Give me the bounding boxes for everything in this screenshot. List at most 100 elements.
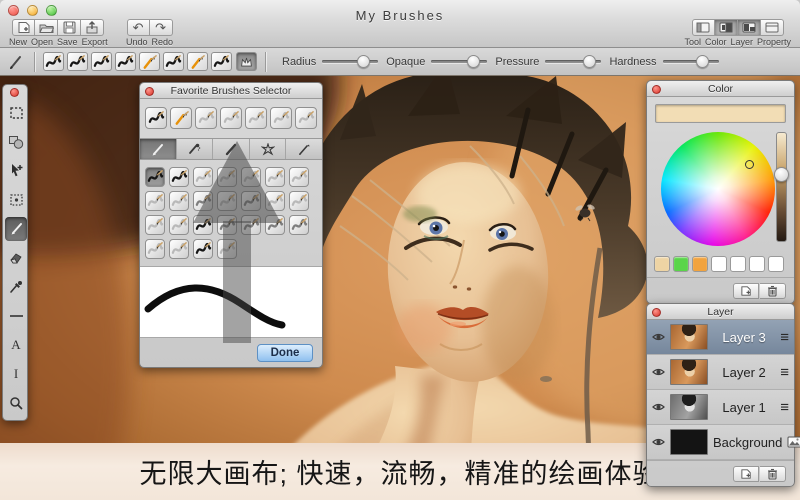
favorite-brush-2[interactable]	[170, 107, 192, 129]
close-icon[interactable]	[652, 85, 661, 94]
toolbar-open-button[interactable]	[35, 19, 59, 36]
brush-preset-8[interactable]	[211, 52, 232, 71]
slider-radius-thumb[interactable]	[357, 55, 371, 68]
grid-brush-8[interactable]	[145, 191, 165, 211]
grid-brush-3[interactable]	[193, 167, 213, 187]
grid-brush-19[interactable]	[241, 215, 261, 235]
eraser-tool[interactable]	[3, 243, 29, 272]
text-tool[interactable]: A	[3, 330, 29, 359]
grid-brush-18[interactable]	[217, 215, 237, 235]
swatch-1[interactable]	[654, 256, 670, 272]
brush-preset-5[interactable]	[139, 52, 160, 71]
grid-brush-11[interactable]	[217, 191, 237, 211]
done-button[interactable]: Done	[257, 343, 313, 362]
color-wheel-marker[interactable]	[745, 160, 754, 169]
eyedropper-tool[interactable]	[3, 272, 29, 301]
text-cursor-tool[interactable]: I	[3, 359, 29, 388]
grid-brush-13[interactable]	[265, 191, 285, 211]
grid-brush-5[interactable]	[241, 167, 261, 187]
favorite-brushes-toggle[interactable]	[236, 52, 257, 71]
brightness-slider[interactable]	[776, 132, 787, 242]
brush-preset-4[interactable]	[115, 52, 136, 71]
color-panel-titlebar[interactable]: Color	[647, 81, 794, 97]
swatch-7[interactable]	[768, 256, 784, 272]
view-toggle-color-button[interactable]	[714, 19, 738, 36]
layer-row-layer-3[interactable]: Layer 3 ≡	[647, 320, 794, 355]
brush-preset-7[interactable]	[187, 52, 208, 71]
swatch-2[interactable]	[673, 256, 689, 272]
drag-handle-icon[interactable]: ≡	[780, 365, 789, 380]
view-toggle-property-button[interactable]	[760, 19, 784, 36]
grid-brush-22[interactable]	[145, 239, 165, 259]
grid-brush-20[interactable]	[265, 215, 285, 235]
drag-handle-icon[interactable]: ≡	[780, 330, 789, 345]
layer-row-background[interactable]: Background	[647, 425, 800, 460]
favorite-brush-7[interactable]	[295, 107, 317, 129]
brush-preset-3[interactable]	[91, 52, 112, 71]
new-layer-button[interactable]	[733, 465, 759, 482]
toolbar-export-button[interactable]	[81, 19, 105, 36]
trash-button[interactable]	[760, 465, 786, 482]
favorite-brushes-titlebar[interactable]: Favorite Brushes Selector	[140, 83, 322, 99]
toolbar-undo-button[interactable]: ↶	[126, 19, 150, 36]
grid-brush-1[interactable]	[145, 167, 165, 187]
brush-preset-1[interactable]	[43, 52, 64, 71]
eye-icon[interactable]	[652, 367, 665, 377]
swatch-5[interactable]	[730, 256, 746, 272]
favorite-brush-3[interactable]	[195, 107, 217, 129]
slider-pressure-track[interactable]	[545, 55, 602, 68]
swatch-6[interactable]	[749, 256, 765, 272]
toolbar-new-button[interactable]	[12, 19, 36, 36]
brush-tab-3[interactable]	[213, 139, 250, 159]
title-bar[interactable]: My Brushes New Open Save Export ↶ ↷ Undo Redo …	[0, 0, 800, 48]
swatch-3[interactable]	[692, 256, 708, 272]
grid-brush-4[interactable]	[217, 167, 237, 187]
toolbar-redo-button[interactable]: ↷	[149, 19, 173, 36]
favorite-brush-4[interactable]	[220, 107, 242, 129]
brush-tool[interactable]	[3, 214, 29, 243]
eye-icon[interactable]	[652, 402, 665, 412]
view-toggle-tool-button[interactable]	[691, 19, 715, 36]
close-icon[interactable]	[10, 88, 19, 97]
grid-brush-23[interactable]	[169, 239, 189, 259]
grid-brush-7[interactable]	[289, 167, 309, 187]
rect-select-tool[interactable]	[3, 98, 29, 127]
layer-row-layer-1[interactable]: Layer 1 ≡	[647, 390, 794, 425]
brush-tab-1[interactable]	[140, 139, 177, 159]
toolbar-save-button[interactable]	[58, 19, 82, 36]
slider-hardness-thumb[interactable]	[696, 55, 710, 68]
brush-tab-2[interactable]	[177, 139, 214, 159]
new-swatch-button[interactable]	[733, 282, 759, 299]
swatch-4[interactable]	[711, 256, 727, 272]
tool-palette-header[interactable]	[3, 85, 27, 98]
close-icon[interactable]	[145, 87, 154, 96]
grid-brush-15[interactable]	[145, 215, 165, 235]
layer-panel-titlebar[interactable]: Layer	[647, 304, 794, 320]
brightness-slider-thumb[interactable]	[774, 167, 789, 182]
grid-brush-24[interactable]	[193, 239, 213, 259]
move-tool[interactable]	[3, 156, 29, 185]
grid-brush-9[interactable]	[169, 191, 189, 211]
grid-brush-6[interactable]	[265, 167, 285, 187]
grid-brush-14[interactable]	[289, 191, 309, 211]
brush-preset-2[interactable]	[67, 52, 88, 71]
eye-icon[interactable]	[652, 332, 665, 342]
view-toggle-layer-button[interactable]	[737, 19, 761, 36]
grid-brush-21[interactable]	[289, 215, 309, 235]
slider-pressure-thumb[interactable]	[582, 55, 596, 68]
layer-row-layer-2[interactable]: Layer 2 ≡	[647, 355, 794, 390]
grid-brush-17[interactable]	[193, 215, 213, 235]
grid-brush-2[interactable]	[169, 167, 189, 187]
drag-handle-icon[interactable]: ≡	[780, 400, 789, 415]
grid-brush-16[interactable]	[169, 215, 189, 235]
slider-opaque-thumb[interactable]	[467, 55, 481, 68]
slider-opaque-track[interactable]	[431, 55, 488, 68]
grid-brush-25[interactable]	[217, 239, 237, 259]
brush-tab-4[interactable]	[250, 139, 287, 159]
favorite-brush-5[interactable]	[245, 107, 267, 129]
trash-button[interactable]	[760, 282, 786, 299]
grid-brush-12[interactable]	[241, 191, 261, 211]
grid-brush-10[interactable]	[193, 191, 213, 211]
color-wheel[interactable]	[661, 132, 775, 246]
favorite-brush-1[interactable]	[145, 107, 167, 129]
